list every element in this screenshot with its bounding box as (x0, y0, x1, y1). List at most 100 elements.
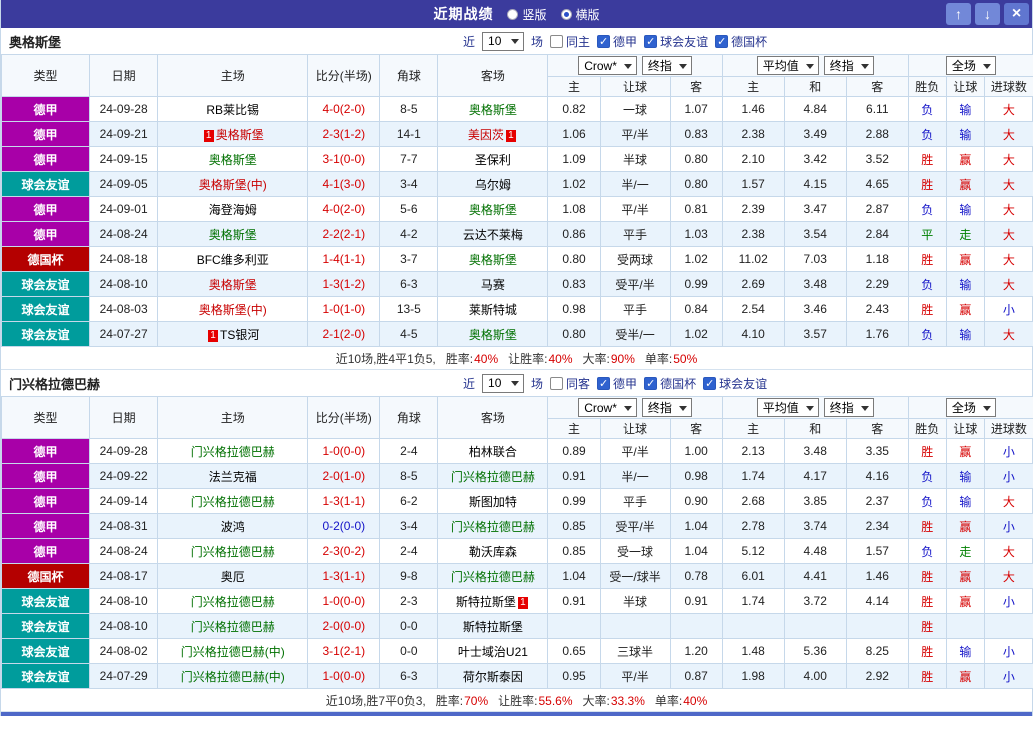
league-filter[interactable]: 球会友谊 (644, 33, 708, 50)
bookmaker-select[interactable]: Crow* (578, 56, 637, 75)
result-wdl-cell: 负 (908, 197, 946, 222)
asian-handicap-cell (600, 614, 670, 639)
title-bar: 近期战绩 竖版 横版 ↑ ↓ × (1, 0, 1032, 28)
win-rate-stat: 胜率:40% (446, 350, 498, 367)
up-button[interactable]: ↑ (946, 3, 971, 25)
layout-radio-horizontal[interactable]: 横版 (561, 6, 600, 23)
col-header-score: 比分(半场) (308, 55, 380, 97)
asian-away-odds-cell: 0.81 (670, 197, 722, 222)
average-select[interactable]: 平均值 (757, 398, 819, 417)
team-name: 奥格斯堡(中) (199, 303, 267, 317)
league-type-badge: 球会友谊 (2, 297, 90, 322)
avg-stage-select[interactable]: 终指 (824, 56, 874, 75)
team-recent-block-gladbach: 门兴格拉德巴赫 近 10 场 同客 德甲 德国杯 (1, 370, 1032, 712)
asian-away-odds-cell: 1.20 (670, 639, 722, 664)
result-goals-cell: 大 (984, 97, 1033, 122)
match-row: 德甲24-08-31波鸿0-2(0-0)3-4门兴格拉德巴赫0.85受平/半1.… (2, 514, 1033, 539)
match-count-select[interactable]: 10 (482, 32, 524, 51)
score-cell: 2-0(1-0) (308, 464, 380, 489)
league-filter[interactable]: 球会友谊 (703, 375, 767, 392)
scope-select[interactable]: 全场 (946, 56, 996, 75)
checkbox-label: 同主 (566, 33, 590, 50)
matches-label: 场 (531, 33, 543, 50)
col-header-score: 比分(半场) (308, 397, 380, 439)
away-team-cell: 美因茨1 (438, 122, 548, 147)
corners-cell: 14-1 (380, 122, 438, 147)
league-type-badge: 德甲 (2, 147, 90, 172)
match-row: 德甲24-09-01海登海姆4-0(2-0)5-6奥格斯堡1.08平/半0.81… (2, 197, 1033, 222)
home-team-cell: 法兰克福 (158, 464, 308, 489)
col-header-result-handicap: 让球 (946, 419, 984, 439)
asian-home-odds-cell: 0.80 (548, 247, 600, 272)
avg-home-odds-cell: 2.13 (722, 439, 784, 464)
result-wdl-cell: 负 (908, 272, 946, 297)
match-date: 24-08-03 (90, 297, 158, 322)
result-handicap-cell: 赢 (946, 664, 984, 689)
red-card-badge: 1 (204, 130, 214, 142)
asian-away-odds-cell: 0.78 (670, 564, 722, 589)
col-header-away: 客场 (438, 55, 548, 97)
team-name: TS银河 (220, 328, 259, 342)
result-goals-cell: 大 (984, 197, 1033, 222)
match-row: 球会友谊24-08-10奥格斯堡1-3(1-2)6-3马赛0.83受平/半0.9… (2, 272, 1033, 297)
league-type-badge: 德甲 (2, 439, 90, 464)
league-filter[interactable]: 德甲 (597, 375, 637, 392)
recent-results-window: 近期战绩 竖版 横版 ↑ ↓ × 奥格斯堡 近 10 场 同主 (0, 0, 1033, 716)
result-handicap-cell: 输 (946, 272, 984, 297)
score-cell: 1-4(1-1) (308, 247, 380, 272)
result-handicap-cell: 输 (946, 197, 984, 222)
same-venue-filter[interactable]: 同主 (550, 33, 590, 50)
asian-home-odds-cell: 0.65 (548, 639, 600, 664)
asian-handicap-cell: 受平/半 (600, 272, 670, 297)
bookmaker-select[interactable]: Crow* (578, 398, 637, 417)
match-row: 德甲24-09-22法兰克福2-0(1-0)8-5门兴格拉德巴赫0.91半/一0… (2, 464, 1033, 489)
layout-radio-vertical[interactable]: 竖版 (507, 6, 546, 23)
score-cell: 4-0(2-0) (308, 197, 380, 222)
scope-select[interactable]: 全场 (946, 398, 996, 417)
asian-handicap-cell: 半球 (600, 589, 670, 614)
result-goals-cell: 大 (984, 222, 1033, 247)
team-name: 奥厄 (221, 570, 245, 584)
corners-cell: 6-3 (380, 664, 438, 689)
team-name: 斯特拉斯堡 (463, 620, 523, 634)
asian-away-odds-cell: 1.02 (670, 322, 722, 347)
corners-cell: 5-6 (380, 197, 438, 222)
home-team-cell: 门兴格拉德巴赫(中) (158, 639, 308, 664)
match-row: 球会友谊24-07-29门兴格拉德巴赫(中)1-0(0-0)6-3荷尔斯泰因0.… (2, 664, 1033, 689)
close-button[interactable]: × (1004, 3, 1029, 25)
average-select[interactable]: 平均值 (757, 56, 819, 75)
avg-draw-odds-cell: 3.42 (784, 147, 846, 172)
average-select-value: 平均值 (763, 399, 799, 416)
result-handicap-cell: 输 (946, 322, 984, 347)
league-filter[interactable]: 德国杯 (715, 33, 767, 50)
league-filter[interactable]: 德国杯 (644, 375, 696, 392)
checkbox-label: 球会友谊 (719, 375, 767, 392)
avg-odds-group-header: 平均值 终指 (722, 55, 908, 77)
league-type-badge: 德甲 (2, 539, 90, 564)
col-header-avg-away: 客 (846, 419, 908, 439)
avg-draw-odds-cell: 4.15 (784, 172, 846, 197)
corners-cell: 0-0 (380, 639, 438, 664)
col-header-corners: 角球 (380, 397, 438, 439)
result-wdl-cell: 胜 (908, 247, 946, 272)
down-button[interactable]: ↓ (975, 3, 1000, 25)
asian-home-odds-cell: 0.85 (548, 539, 600, 564)
same-venue-filter[interactable]: 同客 (550, 375, 590, 392)
team-name: 圣保利 (475, 153, 511, 167)
odds-stage-select[interactable]: 终指 (642, 398, 692, 417)
league-filter[interactable]: 德甲 (597, 33, 637, 50)
team-name-heading: 奥格斯堡 (9, 32, 61, 51)
avg-stage-select[interactable]: 终指 (824, 398, 874, 417)
avg-away-odds-cell: 4.65 (846, 172, 908, 197)
red-card-badge: 1 (506, 130, 516, 142)
match-count-select[interactable]: 10 (482, 374, 524, 393)
team-name: 勒沃库森 (469, 545, 517, 559)
odds-stage-select[interactable]: 终指 (642, 56, 692, 75)
result-goals-cell (984, 614, 1033, 639)
asian-away-odds-cell: 0.90 (670, 489, 722, 514)
avg-away-odds-cell: 6.11 (846, 97, 908, 122)
result-handicap-cell: 赢 (946, 439, 984, 464)
match-date: 24-08-18 (90, 247, 158, 272)
avg-away-odds-cell: 2.88 (846, 122, 908, 147)
score-cell: 1-0(0-0) (308, 664, 380, 689)
